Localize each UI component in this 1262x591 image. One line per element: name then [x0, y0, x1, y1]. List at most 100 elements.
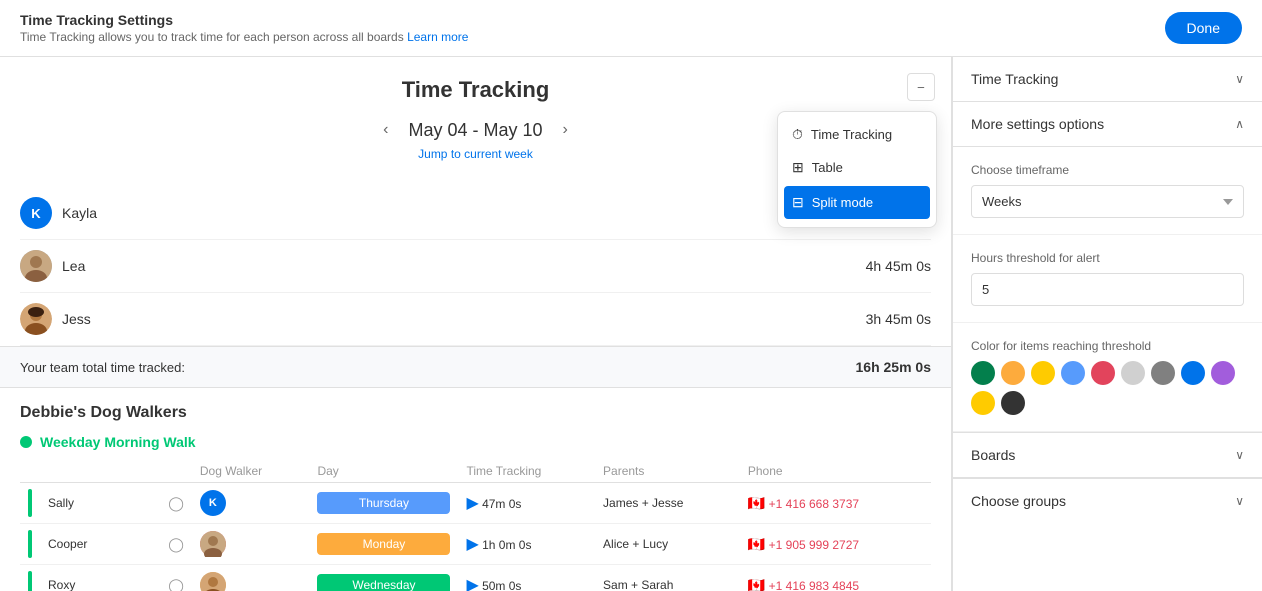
- timeframe-select[interactable]: Weeks Days Months: [971, 185, 1244, 218]
- swatch-gray[interactable]: [1151, 361, 1175, 385]
- col-timetracking: Time Tracking: [458, 460, 595, 483]
- person-info-lea: Lea: [20, 250, 85, 282]
- day-badge-wednesday: Wednesday: [317, 574, 450, 591]
- col-parents: Parents: [595, 460, 740, 483]
- row-parents-roxy: Sam + Sarah: [595, 565, 740, 591]
- row-name-cooper: Cooper: [40, 524, 160, 565]
- prev-week-button[interactable]: ‹: [377, 119, 394, 141]
- view-menu-split-label: Split mode: [812, 195, 873, 210]
- swatch-gold[interactable]: [971, 391, 995, 415]
- team-total-label: Your team total time tracked:: [20, 360, 185, 375]
- header-left: Time Tracking Settings Time Tracking all…: [20, 12, 468, 44]
- avatar-cooper-svg: [200, 531, 226, 557]
- row-day-roxy: Wednesday: [309, 565, 458, 591]
- settings-section-more: More settings options ∧ Choose timeframe…: [953, 102, 1262, 433]
- person-time-lea: 4h 45m 0s: [866, 258, 931, 274]
- threshold-subsection: Hours threshold for alert: [953, 235, 1262, 323]
- table-row: Roxy ◯ Wednesd: [20, 565, 931, 591]
- clock-icon: ⏱: [792, 126, 803, 143]
- more-settings-header[interactable]: More settings options ∧: [953, 102, 1262, 147]
- comment-icon[interactable]: ◯: [168, 495, 184, 511]
- table-row: Sally ◯ K Thursday ▶ 47m 0s James + Jess…: [20, 483, 931, 524]
- learn-more-link[interactable]: Learn more: [407, 30, 468, 44]
- timeframe-label: Choose timeframe: [971, 163, 1244, 177]
- row-comment-roxy: ◯: [160, 565, 192, 591]
- tt-header-section: − Time Tracking ‹ May 04 - May 10 › Jump…: [0, 57, 951, 187]
- flag-icon-cooper: 🇨🇦: [748, 536, 765, 552]
- swatch-yellow[interactable]: [1031, 361, 1055, 385]
- row-indicator-sally: [20, 483, 40, 524]
- avatar-roxy: [200, 572, 226, 591]
- play-icon-cooper[interactable]: ▶: [466, 536, 478, 553]
- row-avatar-sally: K: [192, 483, 310, 524]
- timeframe-subsection: Choose timeframe Weeks Days Months: [953, 147, 1262, 235]
- row-parents-sally: James + Jesse: [595, 483, 740, 524]
- choose-groups-label: Choose groups: [971, 493, 1066, 509]
- col-day: Day: [309, 460, 458, 483]
- view-menu-tt-label: Time Tracking: [811, 127, 892, 142]
- swatch-dark-green[interactable]: [971, 361, 995, 385]
- next-week-button[interactable]: ›: [557, 119, 574, 141]
- view-menu-split[interactable]: ⊟ Split mode: [784, 186, 930, 219]
- swatch-orange[interactable]: [1001, 361, 1025, 385]
- boards-header[interactable]: Boards ∨: [953, 433, 1262, 477]
- header-description: Time Tracking allows you to track time f…: [20, 30, 468, 44]
- tt-title: Time Tracking: [20, 77, 931, 103]
- swatch-blue[interactable]: [1061, 361, 1085, 385]
- view-menu-table-label: Table: [812, 160, 843, 175]
- row-name-sally: Sally: [40, 483, 160, 524]
- table-header-row: Dog Walker Day Time Tracking Parents Pho…: [20, 460, 931, 483]
- color-label: Color for items reaching threshold: [971, 339, 1244, 353]
- minus-icon: −: [917, 80, 925, 95]
- row-phone-roxy: 🇨🇦 +1 416 983 4845: [740, 565, 931, 591]
- view-menu-time-tracking[interactable]: ⏱ Time Tracking: [778, 118, 936, 151]
- row-time-roxy: ▶ 50m 0s: [458, 565, 595, 591]
- avatar-kayla: K: [20, 197, 52, 229]
- row-name-roxy: Roxy: [40, 565, 160, 591]
- page-header: Time Tracking Settings Time Tracking all…: [0, 0, 1262, 57]
- view-menu-table[interactable]: ⊞ Table: [778, 151, 936, 184]
- comment-icon[interactable]: ◯: [168, 536, 184, 552]
- swatch-light-gray[interactable]: [1121, 361, 1145, 385]
- settings-header-tt[interactable]: Time Tracking ∨: [953, 57, 1262, 101]
- avatar-jess-svg: [20, 303, 52, 335]
- chevron-down-icon-groups: ∨: [1235, 494, 1244, 508]
- row-day-cooper: Monday: [309, 524, 458, 565]
- person-row-jess: Jess 3h 45m 0s: [20, 293, 931, 346]
- threshold-label: Hours threshold for alert: [971, 251, 1244, 265]
- done-button[interactable]: Done: [1165, 12, 1242, 44]
- row-comment-cooper: ◯: [160, 524, 192, 565]
- phone-number-sally: +1 416 668 3737: [769, 497, 859, 511]
- comment-icon[interactable]: ◯: [168, 577, 184, 591]
- row-indicator-cooper: [20, 524, 40, 565]
- swatch-black[interactable]: [1001, 391, 1025, 415]
- row-avatar-roxy: [192, 565, 310, 591]
- swatch-red[interactable]: [1091, 361, 1115, 385]
- page-title: Time Tracking Settings: [20, 12, 468, 28]
- minimize-button[interactable]: −: [907, 73, 935, 101]
- threshold-input[interactable]: [971, 273, 1244, 306]
- settings-section-tt: Time Tracking ∨: [953, 57, 1262, 102]
- more-settings-label: More settings options: [971, 116, 1104, 132]
- play-icon-roxy[interactable]: ▶: [466, 577, 478, 591]
- day-badge-thursday: Thursday: [317, 492, 450, 514]
- swatch-royal-blue[interactable]: [1181, 361, 1205, 385]
- chevron-up-icon-more: ∧: [1235, 117, 1244, 131]
- row-day-sally: Thursday: [309, 483, 458, 524]
- row-time-sally: ▶ 47m 0s: [458, 483, 595, 524]
- color-subsection: Color for items reaching threshold: [953, 323, 1262, 432]
- row-phone-sally: 🇨🇦 +1 416 668 3737: [740, 483, 931, 524]
- person-info-jess: Jess: [20, 303, 91, 335]
- play-icon-sally[interactable]: ▶: [466, 495, 478, 512]
- person-row-lea: Lea 4h 45m 0s: [20, 240, 931, 293]
- choose-groups-section[interactable]: Choose groups ∨: [953, 478, 1262, 523]
- phone-number-roxy: +1 416 983 4845: [769, 579, 859, 591]
- boards-label: Boards: [971, 447, 1015, 463]
- col-dogwalker: Dog Walker: [192, 460, 310, 483]
- avatar-jess: [20, 303, 52, 335]
- swatch-purple[interactable]: [1211, 361, 1235, 385]
- team-total-time: 16h 25m 0s: [856, 359, 932, 375]
- row-indicator-roxy: [20, 565, 40, 591]
- flag-icon-roxy: 🇨🇦: [748, 577, 765, 591]
- chevron-down-icon-boards: ∨: [1235, 448, 1244, 462]
